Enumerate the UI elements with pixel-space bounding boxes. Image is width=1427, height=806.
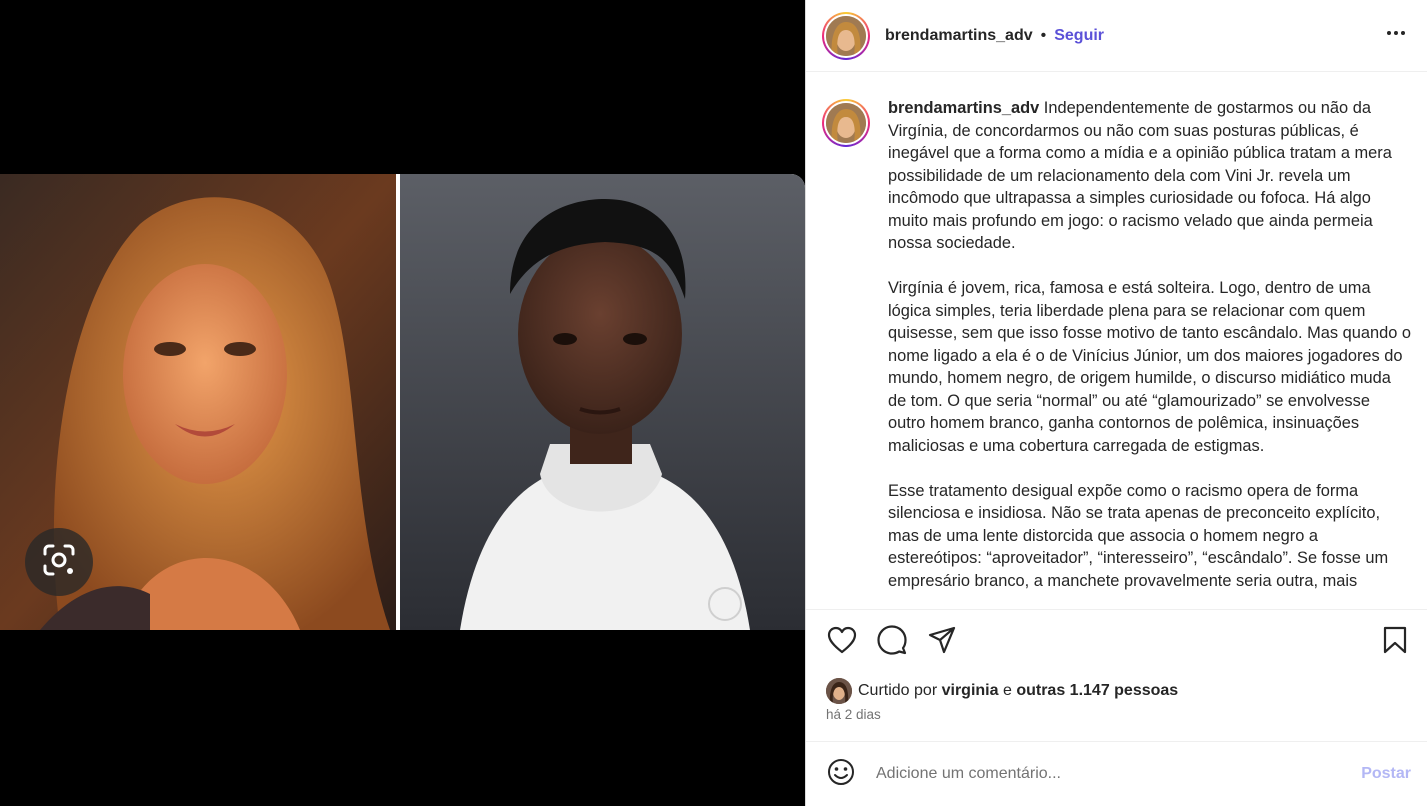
author-avatar[interactable] xyxy=(822,11,870,60)
caption-area[interactable]: brendamartins_adv Independentemente de g… xyxy=(806,73,1427,609)
comment-button[interactable] xyxy=(876,624,908,660)
caption-paragraph: Esse tratamento desigual expõe como o ra… xyxy=(888,481,1389,590)
likes-others-link[interactable]: outras 1.147 pessoas xyxy=(1016,682,1178,700)
follow-button[interactable]: Seguir xyxy=(1054,27,1104,45)
more-options-icon xyxy=(1384,21,1408,50)
caption-author-avatar[interactable] xyxy=(822,99,870,147)
bookmark-icon xyxy=(1382,626,1408,659)
emoji-button[interactable] xyxy=(826,758,856,791)
save-button[interactable] xyxy=(1379,626,1411,658)
post-media xyxy=(0,0,805,806)
action-bar xyxy=(806,609,1427,674)
likes-summary: Curtido por virginia e outras 1.147 pess… xyxy=(826,678,1178,704)
separator-dot: • xyxy=(1040,26,1047,44)
caption-row: brendamartins_adv Independentemente de g… xyxy=(822,97,1411,609)
share-button[interactable] xyxy=(926,626,958,658)
caption-paragraph: Virgínia é jovem, rica, famosa e está so… xyxy=(888,279,1411,455)
post-timestamp[interactable]: há 2 dias xyxy=(826,707,881,722)
share-icon xyxy=(928,626,956,659)
post-comment-button[interactable]: Postar xyxy=(1361,765,1411,783)
likes-prefix: Curtido por xyxy=(858,682,938,699)
comment-input[interactable] xyxy=(876,765,1362,783)
post-details-panel: brendamartins_adv • Seguir brendamartins… xyxy=(805,0,1427,806)
caption-username[interactable]: brendamartins_adv xyxy=(888,99,1039,117)
heart-icon xyxy=(827,626,857,659)
google-lens-icon xyxy=(41,542,77,583)
liker-avatar[interactable] xyxy=(826,678,852,704)
caption-text: brendamartins_adv Independentemente de g… xyxy=(888,97,1411,609)
comment-bar: Postar xyxy=(806,741,1427,806)
comment-icon xyxy=(877,624,907,660)
more-options-button[interactable] xyxy=(1381,21,1411,51)
caption-paragraph: Independentemente de gostarmos ou não da… xyxy=(888,99,1392,252)
author-username[interactable]: brendamartins_adv xyxy=(885,27,1033,45)
instagram-post-view: brendamartins_adv • Seguir brendamartins… xyxy=(0,0,1427,806)
emoji-icon xyxy=(827,758,855,791)
post-image-right xyxy=(400,174,805,630)
like-button[interactable] xyxy=(826,626,858,658)
likes-conjunction: e xyxy=(1002,682,1012,699)
liker-username[interactable]: virginia xyxy=(942,682,999,700)
post-header: brendamartins_adv • Seguir xyxy=(806,0,1427,72)
google-lens-button[interactable] xyxy=(25,528,93,596)
